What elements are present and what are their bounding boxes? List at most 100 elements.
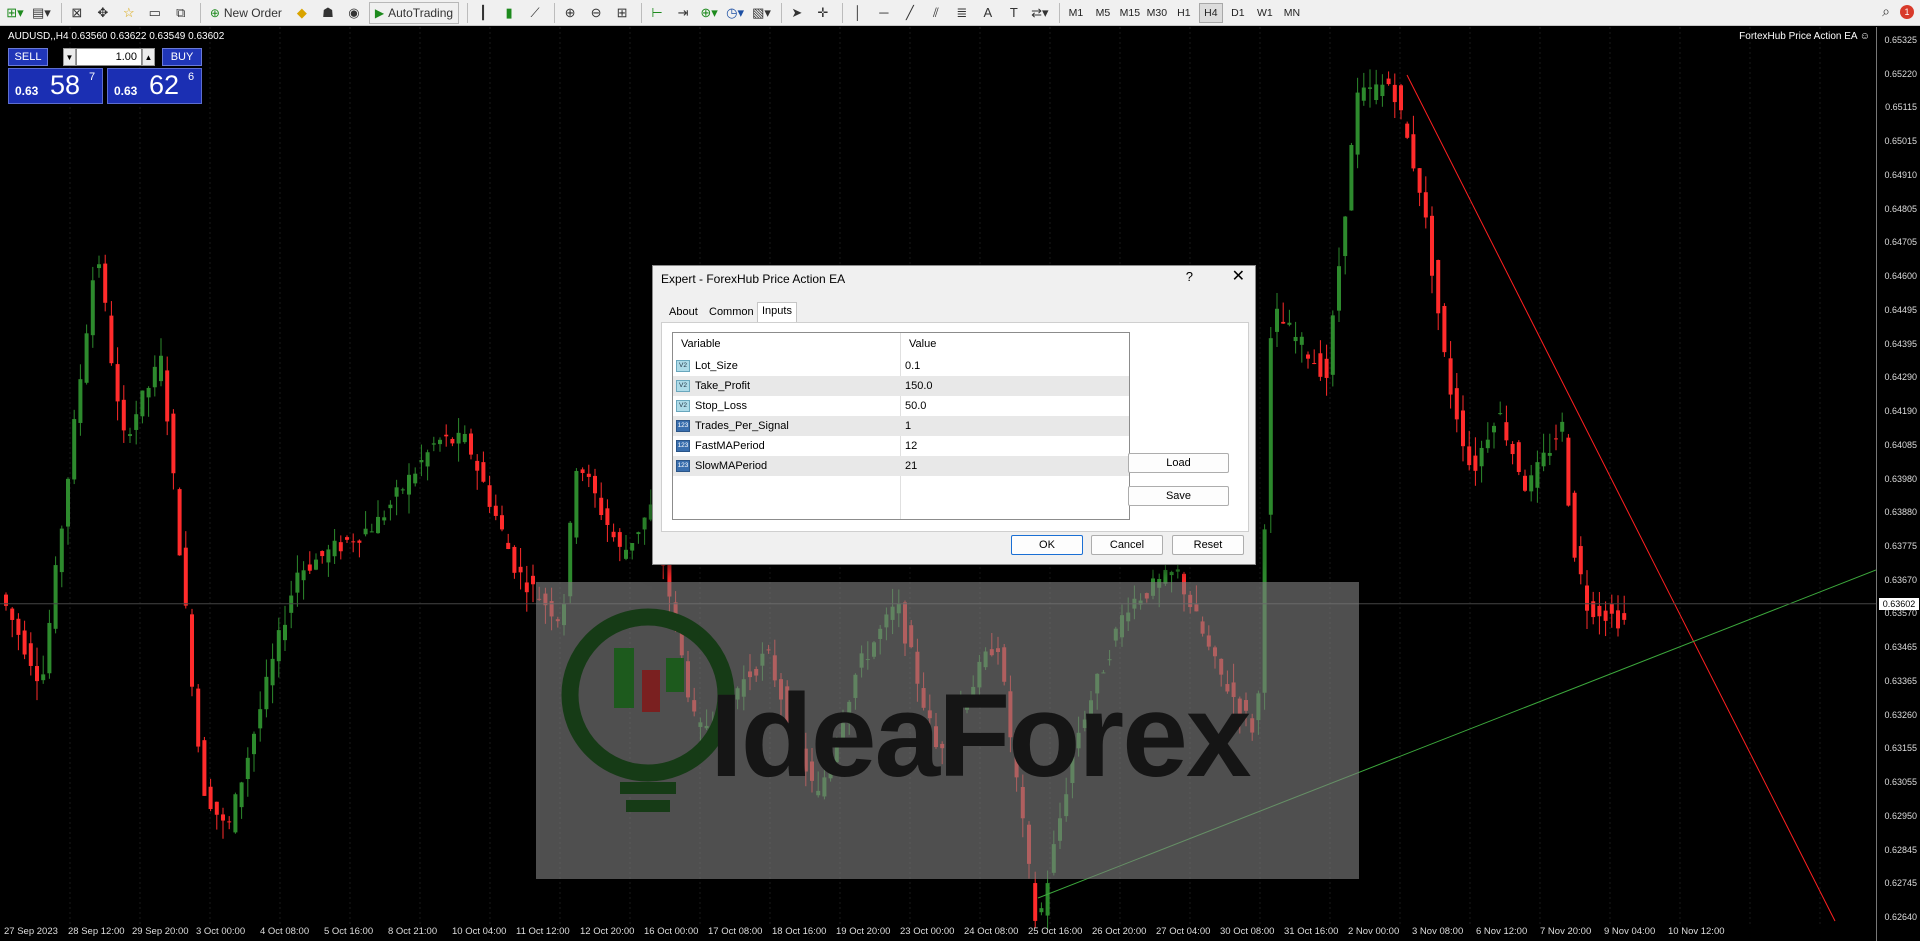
trendline-icon[interactable]: ╱ (899, 2, 921, 24)
timeframe-w1-button[interactable]: W1 (1253, 3, 1277, 23)
navigator-icon[interactable]: ✥ (92, 2, 114, 24)
price-tick-label: 0.62640 (1884, 912, 1917, 922)
bar-chart-icon[interactable]: ┃ (472, 2, 494, 24)
arrows-icon[interactable]: ⇄▾ (1029, 2, 1051, 24)
strategy-tester-icon[interactable]: ⧉ (170, 2, 192, 24)
tab-common[interactable]: Common (705, 304, 758, 322)
column-header-variable[interactable]: Variable (673, 333, 901, 355)
input-value[interactable]: 150.0 (905, 380, 933, 392)
timeframe-mn-button[interactable]: MN (1280, 3, 1304, 23)
time-tick-label: 10 Nov 12:00 (1668, 926, 1725, 937)
autoscroll-icon[interactable]: ⇥ (672, 2, 694, 24)
input-row-take-profit[interactable]: V2 Take_Profit 150.0 (673, 376, 1129, 396)
input-row-trades-per-signal[interactable]: 123 Trades_Per_Signal 1 (673, 416, 1129, 436)
bearish-candle (1516, 442, 1521, 472)
input-row-fastmaperiod[interactable]: 123 FastMAPeriod 12 (673, 436, 1129, 456)
load-button[interactable]: Load (1128, 453, 1229, 473)
vertical-line-icon[interactable]: │ (847, 2, 869, 24)
bearish-candle (320, 551, 325, 557)
search-icon[interactable]: ⌕ (1882, 3, 1890, 20)
input-value[interactable]: 0.1 (905, 360, 920, 372)
timeframe-m5-button[interactable]: M5 (1091, 3, 1115, 23)
buy-price-panel[interactable]: 0.63 62 6 (107, 68, 202, 104)
reset-button[interactable]: Reset (1172, 535, 1244, 555)
bullish-candle (1343, 216, 1348, 257)
metaeditor-icon[interactable]: ◆ (291, 2, 313, 24)
help-button[interactable]: ? (1186, 269, 1193, 284)
buy-button[interactable]: BUY (162, 48, 202, 66)
lot-decrease-icon[interactable]: ▼ (63, 48, 76, 66)
bullish-candle (1330, 315, 1335, 375)
line-chart-icon[interactable]: ⟋ (524, 2, 546, 24)
bearish-candle (1033, 883, 1038, 921)
cancel-button[interactable]: Cancel (1091, 535, 1163, 555)
lot-increase-icon[interactable]: ▲ (142, 48, 155, 66)
timeframe-h4-button[interactable]: H4 (1198, 2, 1223, 23)
save-button[interactable]: Save (1128, 486, 1229, 506)
chart-shift-icon[interactable]: ⊢ (646, 2, 668, 24)
zoom-in-icon[interactable]: ⊕ (559, 2, 581, 24)
integer-type-icon: 123 (676, 440, 690, 452)
timeframe-d1-button[interactable]: D1 (1226, 3, 1250, 23)
price-tick-label: 0.65325 (1884, 35, 1917, 45)
input-value[interactable]: 50.0 (905, 400, 926, 412)
periods-icon[interactable]: ◷▾ (724, 2, 746, 24)
text-icon[interactable]: A (977, 2, 999, 24)
bearish-candle (227, 821, 232, 823)
candlestick-icon[interactable]: ▮ (498, 2, 520, 24)
terminal-icon[interactable]: ▭ (144, 2, 166, 24)
autotrading-button[interactable]: ▶ AutoTrading (368, 1, 460, 24)
ok-button[interactable]: OK (1011, 535, 1083, 555)
timeframe-h1-button[interactable]: H1 (1172, 3, 1196, 23)
bullish-candle (456, 432, 461, 444)
bearish-candle (450, 438, 455, 444)
new-chart-icon[interactable]: ⊞▾ (4, 2, 26, 24)
price-tick-label: 0.64395 (1884, 338, 1917, 349)
bullish-candle (1374, 84, 1379, 101)
tab-about[interactable]: About (665, 304, 702, 322)
indicators-icon[interactable]: ⊕▾ (698, 2, 720, 24)
input-row-lot-size[interactable]: V2 Lot_Size 0.1 (673, 356, 1129, 376)
toolbar-separator (554, 2, 556, 23)
bearish-candle (475, 460, 480, 471)
timeframe-m30-button[interactable]: M30 (1145, 3, 1169, 23)
label-icon[interactable]: T (1003, 2, 1025, 24)
bearish-candle (599, 497, 604, 516)
close-icon[interactable]: ✕ (1232, 266, 1245, 286)
timeframe-m15-button[interactable]: M15 (1118, 3, 1142, 23)
horizontal-line-icon[interactable]: ─ (873, 2, 895, 24)
bullish-candle (53, 565, 58, 629)
price-axis[interactable]: 0.65325 0.65220 0.65115 0.65015 0.64910 0.648… (1876, 27, 1920, 941)
integer-type-icon: 123 (676, 420, 690, 432)
time-tick-label: 27 Oct 04:00 (1156, 926, 1211, 937)
resistance-trendline[interactable] (1406, 74, 1836, 922)
tab-inputs[interactable]: Inputs (757, 302, 797, 323)
channel-icon[interactable]: ⫽ (925, 2, 947, 24)
templates-icon[interactable]: ▧▾ (750, 2, 773, 24)
input-value[interactable]: 21 (905, 460, 917, 472)
input-value[interactable]: 1 (905, 420, 911, 432)
column-header-value[interactable]: Value (901, 333, 1129, 355)
signals-icon[interactable]: ☗ (317, 2, 339, 24)
profiles-icon[interactable]: ▤▾ (30, 2, 53, 24)
autotrading-icon: ▶ (374, 5, 385, 20)
sell-button[interactable]: SELL (8, 48, 48, 66)
tile-windows-icon[interactable]: ⊞ (611, 2, 633, 24)
bearish-candle (506, 542, 511, 550)
vps-icon[interactable]: ◉ (343, 2, 365, 24)
sell-price-panel[interactable]: 0.63 58 7 (8, 68, 103, 104)
fibonacci-icon[interactable]: ≣ (951, 2, 973, 24)
new-order-button[interactable]: ⊕ New Order (205, 2, 287, 24)
bullish-candle (394, 487, 399, 497)
cursor-icon[interactable]: ➤ (786, 2, 808, 24)
input-value[interactable]: 12 (905, 440, 917, 452)
zoom-out-icon[interactable]: ⊖ (585, 2, 607, 24)
favorites-icon[interactable]: ☆ (118, 2, 140, 24)
notification-badge[interactable]: 1 (1900, 4, 1914, 19)
crosshair-icon[interactable]: ✛ (812, 2, 834, 24)
input-row-stop-loss[interactable]: V2 Stop_Loss 50.0 (673, 396, 1129, 416)
input-row-slowmaperiod[interactable]: 123 SlowMAPeriod 21 (673, 456, 1129, 476)
market-watch-icon[interactable]: ⊠ (66, 2, 88, 24)
timeframe-m1-button[interactable]: M1 (1064, 3, 1088, 23)
lot-size-input[interactable]: 1.00 (76, 48, 142, 66)
